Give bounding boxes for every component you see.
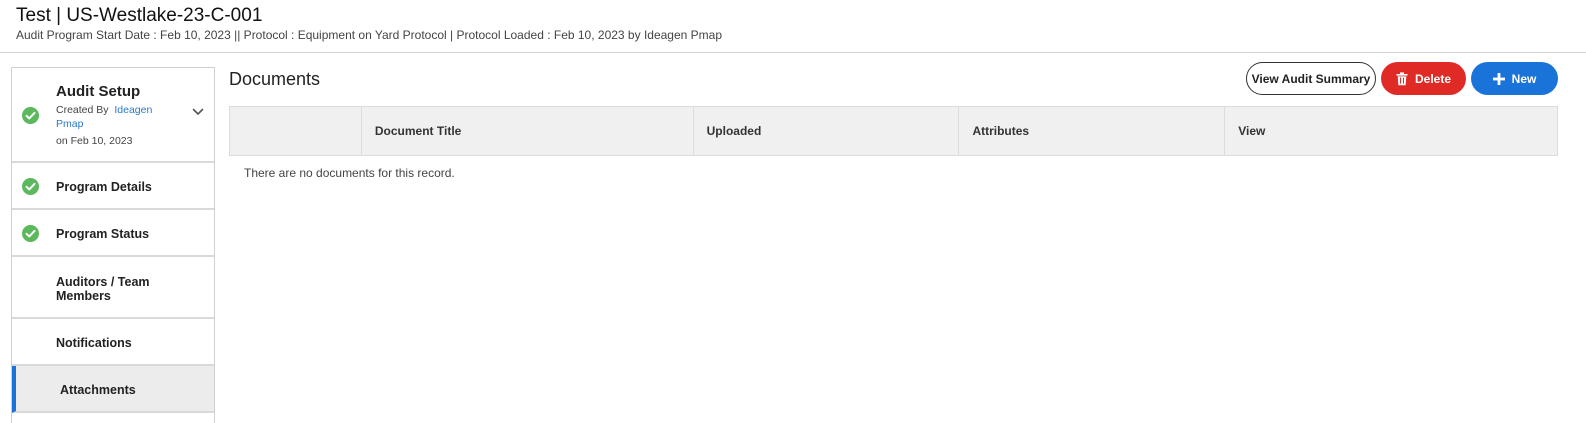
sidebar-item-label: Program Status <box>56 227 150 241</box>
documents-table: Document Title Uploaded Attributes View <box>229 106 1558 156</box>
column-header-uploaded[interactable]: Uploaded <box>692 106 960 156</box>
column-header-document-title[interactable]: Document Title <box>360 106 694 156</box>
view-audit-summary-label: View Audit Summary <box>1251 71 1371 86</box>
check-circle-icon <box>22 225 39 242</box>
new-button[interactable]: New <box>1471 62 1558 95</box>
column-header-view[interactable]: View <box>1224 106 1558 156</box>
page-title: Test | US-Westlake-23-C-001 <box>16 5 263 26</box>
column-header-attributes[interactable]: Attributes <box>958 106 1226 156</box>
sidebar-item-notifications[interactable]: Notifications <box>12 319 214 366</box>
trash-icon <box>1396 71 1408 86</box>
delete-button[interactable]: Delete <box>1381 62 1466 95</box>
sidebar-item-audit-setup[interactable]: Audit Setup Created By Ideagen Pmap on F… <box>12 68 214 163</box>
table-header-row: Document Title Uploaded Attributes View <box>229 106 1558 156</box>
sidebar-item-label: Notifications <box>56 336 132 350</box>
section-title: Documents <box>229 69 321 89</box>
sidebar-item-program-status[interactable]: Program Status <box>12 210 214 257</box>
page-subtitle: Audit Program Start Date : Feb 10, 2023 … <box>16 28 722 42</box>
empty-table-message: There are no documents for this record. <box>244 166 455 180</box>
audit-setup-title: Audit Setup <box>56 83 141 100</box>
check-circle-icon <box>22 107 39 124</box>
sidebar-item-auditors-team-members[interactable]: Auditors / Team Members <box>12 257 214 319</box>
column-header-select <box>229 106 362 156</box>
page-header: Test | US-Westlake-23-C-001 Audit Progra… <box>0 0 1586 53</box>
plus-icon <box>1492 72 1505 85</box>
view-audit-summary-button[interactable]: View Audit Summary <box>1246 62 1376 95</box>
delete-label: Delete <box>1414 71 1452 86</box>
sidebar-item-label: Attachments <box>60 383 136 397</box>
sidebar: Audit Setup Created By Ideagen Pmap on F… <box>11 67 215 423</box>
created-by-label: Created By <box>56 104 109 116</box>
sidebar-item-label: Auditors / Team Members <box>56 275 150 303</box>
created-by: Created By Ideagen Pmap <box>56 103 166 131</box>
check-circle-icon <box>22 178 39 195</box>
chevron-down-icon[interactable] <box>190 104 206 120</box>
sidebar-item-label: Program Details <box>56 180 152 194</box>
created-date: on Feb 10, 2023 <box>56 135 133 147</box>
sidebar-item-program-details[interactable]: Program Details <box>12 163 214 210</box>
new-label: New <box>1511 71 1537 86</box>
sidebar-item-attachments[interactable]: Attachments <box>12 366 214 413</box>
